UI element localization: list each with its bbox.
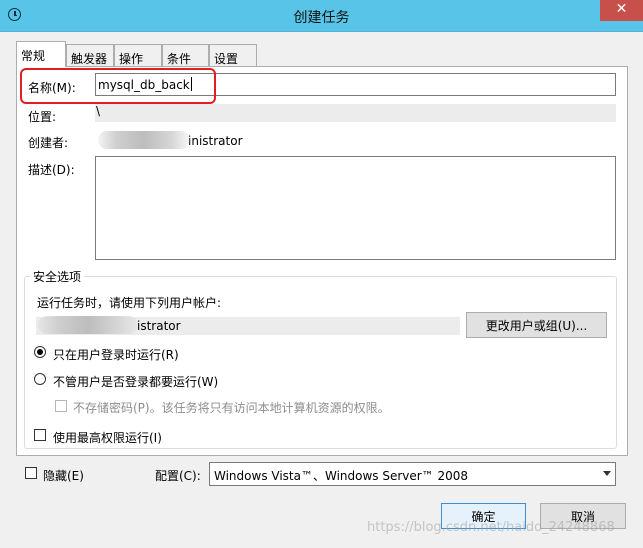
- hidden-label: 隐藏(E): [43, 469, 84, 483]
- redacted-blur: [98, 131, 190, 149]
- redacted-blur: [38, 316, 138, 334]
- configure-label: 配置(C):: [155, 469, 201, 483]
- highest-privileges-label: 使用最高权限运行(I): [53, 431, 162, 445]
- tab-settings[interactable]: 设置: [209, 44, 257, 66]
- tab-settings-label: 设置: [214, 52, 239, 66]
- configure-for-select[interactable]: Windows Vista™、Windows Server™ 2008: [209, 462, 616, 486]
- author-label: 创建者:: [28, 136, 69, 150]
- run-only-logged-on-label: 只在用户登录时运行(R): [53, 348, 179, 362]
- location-label: 位置:: [28, 110, 57, 124]
- change-user-button[interactable]: 更改用户或组(U)...: [466, 312, 607, 338]
- tab-triggers-label: 触发器: [71, 52, 108, 66]
- tab-actions[interactable]: 操作: [114, 44, 162, 66]
- description-textarea[interactable]: [95, 156, 616, 260]
- run-as-prompt: 运行任务时，请使用下列用户帐户:: [37, 296, 222, 310]
- location-value: \: [96, 104, 101, 118]
- highest-privileges-checkbox[interactable]: [34, 429, 46, 441]
- name-label: 名称(M):: [28, 81, 76, 95]
- configure-for-value: Windows Vista™、Windows Server™ 2008: [214, 469, 469, 483]
- run-only-logged-on-radio[interactable]: [34, 346, 46, 358]
- tab-conditions-label: 条件: [167, 52, 192, 66]
- do-not-store-password-checkbox[interactable]: [55, 400, 67, 412]
- security-options-label: 安全选项: [30, 268, 85, 285]
- do-not-store-password-label: 不存储密码(P)。该任务将只有访问本地计算机资源的权限。: [73, 401, 390, 415]
- tab-conditions[interactable]: 条件: [162, 44, 209, 66]
- hidden-checkbox[interactable]: [25, 467, 37, 479]
- location-field: [95, 104, 616, 122]
- user-account-value: istrator: [137, 319, 181, 333]
- tab-actions-label: 操作: [119, 52, 144, 66]
- close-button[interactable]: ✕: [600, 0, 643, 21]
- title-bar: 创建任务 ✕: [0, 0, 643, 32]
- tab-general-label: 常规: [21, 49, 46, 63]
- chevron-down-icon: [603, 471, 611, 476]
- tab-general[interactable]: 常规: [16, 41, 66, 67]
- tab-triggers[interactable]: 触发器: [66, 44, 114, 66]
- run-whether-logged-on-label: 不管用户是否登录都要运行(W): [53, 375, 219, 389]
- description-label: 描述(D):: [28, 163, 75, 177]
- author-value: inistrator: [188, 134, 243, 148]
- watermark: https://blog.csdn.net/haido_24248868: [367, 520, 615, 535]
- window-title: 创建任务: [293, 10, 350, 26]
- run-whether-logged-on-radio[interactable]: [34, 373, 46, 385]
